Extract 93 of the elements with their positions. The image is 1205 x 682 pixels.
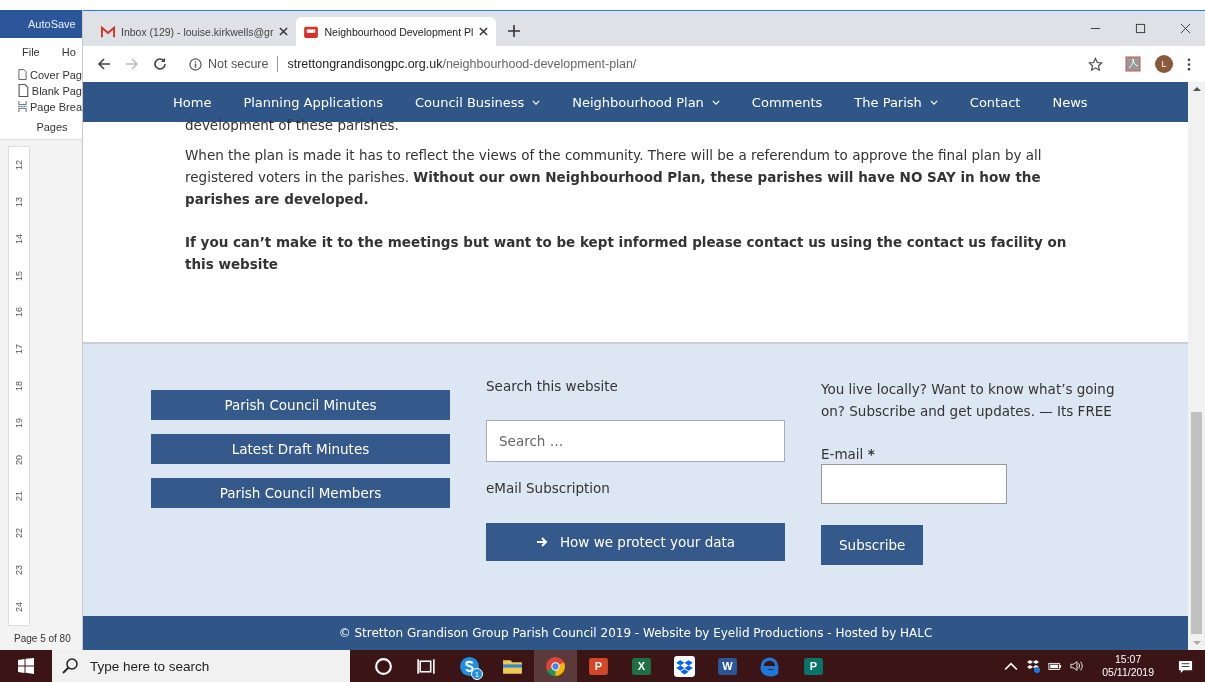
app-letter: W xyxy=(722,660,733,672)
ruler-number: 12 xyxy=(14,160,24,171)
new-tab-icon[interactable] xyxy=(508,25,521,37)
page-count: Page 5 of 80 xyxy=(13,631,72,646)
nav-link[interactable]: News xyxy=(1052,94,1088,110)
ribbon-tab[interactable]: File xyxy=(22,46,40,58)
security-label: Not secure xyxy=(208,57,269,71)
scroll-up-icon[interactable] xyxy=(1192,86,1201,92)
clock[interactable]: 15:07 05/11/2019 xyxy=(1102,653,1154,679)
ruler-number: 23 xyxy=(14,564,24,575)
taskbar-app[interactable]: W xyxy=(706,650,749,682)
info-icon xyxy=(189,57,202,71)
site-favicon xyxy=(304,25,319,38)
link-button[interactable]: Parish Council Members xyxy=(151,478,450,508)
address-bar[interactable]: Not secure strettongrandisongpc.org.uk/neighbourhood-development-plan/ xyxy=(181,50,1111,78)
taskbar-app[interactable]: P xyxy=(792,650,835,682)
ribbon-command[interactable]: Page Brea xyxy=(18,100,82,113)
ruler-number: 19 xyxy=(14,417,24,428)
scroll-thumb[interactable] xyxy=(1191,412,1202,634)
nav-link[interactable]: Contact xyxy=(969,94,1021,110)
browser-tab[interactable]: Neighbourhood Development Pl xyxy=(296,17,497,46)
browser-tab[interactable]: Inbox (129) - louise.kirkwells@gr xyxy=(93,17,297,46)
notification-badge: 1 xyxy=(471,668,483,680)
search-icon xyxy=(62,658,78,674)
ruler-number: 18 xyxy=(14,380,24,391)
nav-link[interactable]: Neighbourhood Plan xyxy=(572,94,720,110)
nav-link[interactable]: The Parish xyxy=(854,94,938,110)
link-button[interactable]: Parish Council Minutes xyxy=(151,390,450,420)
chrome-icon xyxy=(545,655,566,677)
ruler-number: 15 xyxy=(14,270,24,281)
close-icon[interactable] xyxy=(279,27,289,36)
ruler-number: 24 xyxy=(14,601,24,612)
widget-heading: Search this website xyxy=(486,378,619,394)
taskbar-search-field[interactable]: Type here to search xyxy=(52,650,350,682)
taskbar-app[interactable]: X xyxy=(620,650,663,682)
pdf-extension-icon[interactable] xyxy=(1125,56,1141,72)
windows-start-icon[interactable] xyxy=(18,658,34,674)
chevron-down-icon xyxy=(711,99,720,105)
app-letter: P xyxy=(594,660,603,672)
ruler-number: 21 xyxy=(14,491,24,502)
volume-icon[interactable] xyxy=(1070,659,1085,673)
ribbon-command[interactable]: Blank Pag xyxy=(18,84,82,97)
required-mark: * xyxy=(867,446,875,462)
app-letter: P xyxy=(809,660,818,672)
search-field[interactable]: Search … xyxy=(486,420,785,462)
email-field[interactable] xyxy=(821,464,1007,504)
close-icon[interactable] xyxy=(1180,23,1191,34)
ruler-number: 14 xyxy=(14,233,24,244)
paragraph: If you can’t make it to the meetings but want to be kept informed please contact us using the contact us facility on this website xyxy=(185,233,1068,274)
ribbon-command[interactable]: Cover Pag xyxy=(18,68,82,81)
link-button[interactable]: Latest Draft Minutes xyxy=(151,434,450,464)
reload-icon[interactable] xyxy=(153,57,167,71)
paragraph: development of these parishes. xyxy=(185,116,400,132)
nav-link[interactable]: Comments xyxy=(751,94,823,110)
ruler-number: 13 xyxy=(14,197,24,208)
page-icon xyxy=(18,84,29,97)
close-icon[interactable] xyxy=(479,27,489,36)
taskbar-app[interactable]: P xyxy=(577,650,620,682)
email-label: E-mail xyxy=(821,446,864,462)
chevron-down-icon xyxy=(532,99,541,105)
scrollbar[interactable] xyxy=(1188,82,1205,650)
maximize-icon[interactable] xyxy=(1135,23,1146,34)
profile-avatar[interactable]: L xyxy=(1155,55,1173,73)
subscribe-description: You live locally? Want to know what’s going on? Subscribe and get updates. — Its FREE xyxy=(821,380,1116,421)
ruler-number: 17 xyxy=(14,344,24,355)
nav-link[interactable]: Planning Applications xyxy=(243,94,383,110)
chevron-down-icon xyxy=(929,99,938,105)
mail-icon xyxy=(101,25,115,38)
url-text: strettongrandisongpc.org.uk/neighbourhood-development-plan/ xyxy=(287,57,637,71)
nav-link[interactable]: Home xyxy=(173,94,212,110)
skype-icon xyxy=(459,655,480,677)
circle-icon xyxy=(373,655,394,677)
ribbon-tab[interactable]: Ho xyxy=(61,46,76,58)
notifications-icon[interactable] xyxy=(1178,658,1193,674)
back-icon[interactable] xyxy=(97,57,111,71)
dropbox-icon xyxy=(674,655,695,677)
ruler-number: 22 xyxy=(14,528,24,539)
arrow-right-icon xyxy=(535,536,548,548)
subscribe-button[interactable]: Subscribe xyxy=(821,525,924,565)
dropbox-tray-icon[interactable] xyxy=(1026,659,1041,673)
group-label: Pages xyxy=(0,119,82,140)
app-letter: X xyxy=(637,660,646,672)
star-icon[interactable] xyxy=(1088,56,1103,72)
page-break-icon xyxy=(18,100,27,113)
widget-heading: eMail Subscription xyxy=(486,480,611,496)
menu-icon[interactable] xyxy=(1187,57,1191,71)
nav-link[interactable]: Council Business xyxy=(414,94,541,110)
privacy-button[interactable]: How we protect your data xyxy=(486,523,785,561)
ruler-number: 20 xyxy=(14,454,24,465)
copyright-text: © Stretton Grandison Group Parish Council 2019 - Website by Eyelid Productions - Hosted by HALC xyxy=(338,626,933,640)
autosave-label[interactable]: AutoSave xyxy=(28,18,76,30)
paragraph: When the plan is made it has to reflect the views of the community. There will be a referendum to approve the final plan by all registered voters in the parishes. Without our own Neighbourhood Plan, these parishes will have NO SAY in how the parishes are developed. xyxy=(185,146,1043,209)
ruler-number: 16 xyxy=(14,307,24,318)
